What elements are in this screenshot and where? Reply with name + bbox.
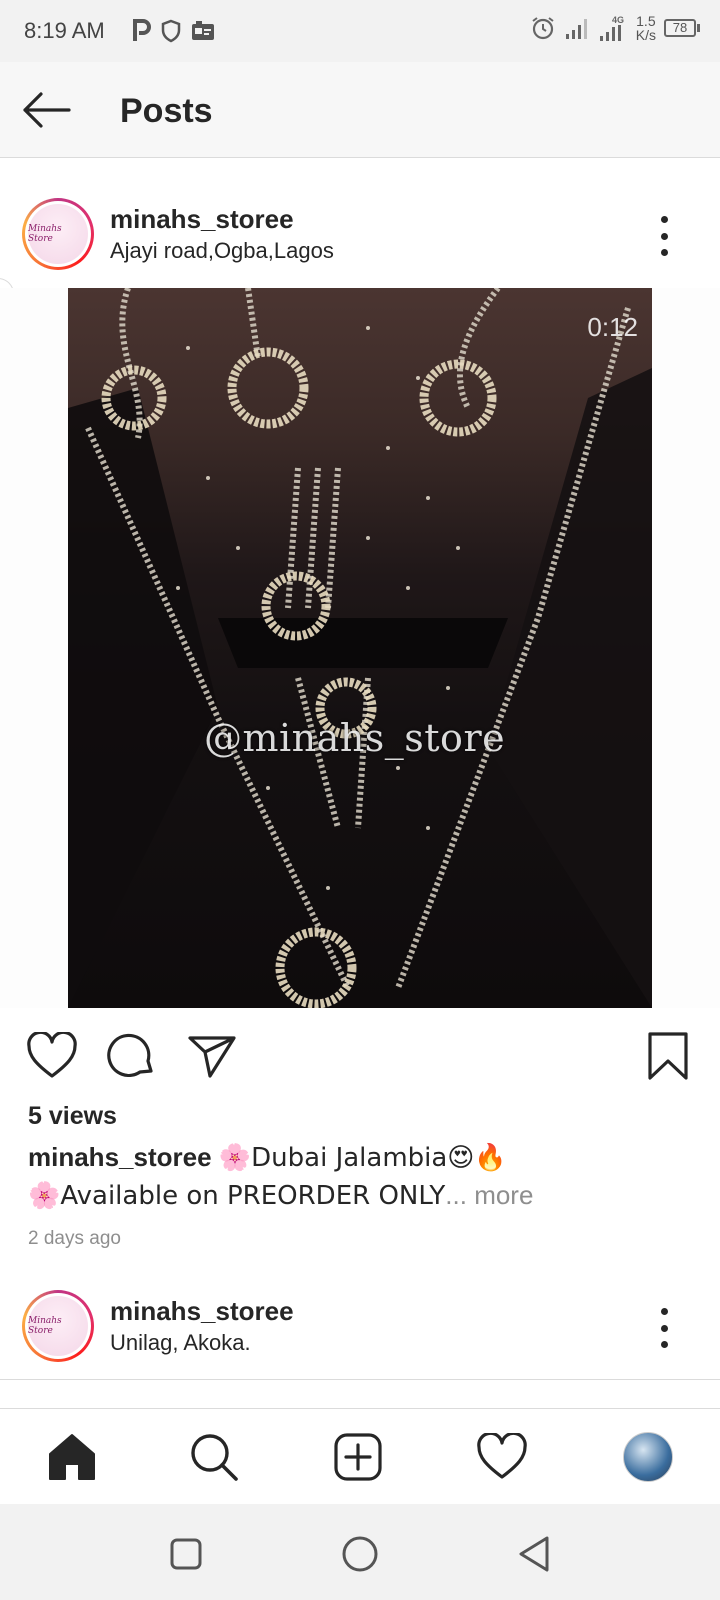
- bookmark-icon: [648, 1032, 688, 1080]
- dress-embellishment-graphic: [68, 288, 652, 1008]
- arrow-left-icon: [23, 92, 71, 128]
- svg-text:4G: 4G: [612, 15, 624, 25]
- activity-heart-icon: [477, 1433, 527, 1479]
- search-icon: [191, 1434, 238, 1481]
- card-icon: [190, 18, 216, 44]
- network-speed-unit: K/s: [635, 27, 656, 43]
- comment-icon: [107, 1033, 153, 1078]
- like-button[interactable]: [24, 1028, 80, 1084]
- system-nav-bar: [0, 1504, 720, 1600]
- system-home-button[interactable]: [334, 1528, 386, 1580]
- caption-line-2: 🌸Available on PREORDER ONLY... more: [28, 1180, 533, 1211]
- status-time: 8:19 AM: [24, 18, 105, 43]
- dot-icon: [660, 1341, 668, 1348]
- nav-search[interactable]: [184, 1427, 244, 1487]
- alarm-icon: [530, 15, 556, 41]
- battery-level: 78: [664, 19, 696, 37]
- post-header: Minahs Store minahs_storee Ajayi road,Og…: [0, 172, 720, 296]
- post-video[interactable]: @minahs_store 0:12: [68, 288, 652, 1008]
- page-title: Posts: [120, 92, 213, 130]
- nav-add-post[interactable]: [328, 1427, 388, 1487]
- recents-button[interactable]: [160, 1528, 212, 1580]
- save-button[interactable]: [640, 1028, 696, 1084]
- back-triangle-icon: [519, 1536, 549, 1572]
- avatar-logo-text: Minahs Store: [28, 1316, 62, 1336]
- caption-text: 🌸Dubai Jalambia😍🔥: [218, 1143, 507, 1173]
- post-media[interactable]: @minahs_store 0:12: [0, 288, 720, 1008]
- avatar-logo-text: Minahs Store: [28, 224, 62, 244]
- post-username[interactable]: minahs_storee: [110, 1296, 294, 1327]
- recents-square-icon: [170, 1538, 202, 1570]
- dot-icon: [660, 1308, 668, 1315]
- view-count[interactable]: 5 views: [28, 1102, 117, 1131]
- caption-line-1: minahs_storee 🌸Dubai Jalambia😍🔥: [28, 1142, 507, 1173]
- network-speed-value: 1.5: [636, 13, 656, 29]
- back-button[interactable]: [18, 84, 74, 136]
- send-icon: [188, 1036, 236, 1078]
- heart-icon: [27, 1032, 77, 1078]
- battery-icon: 78: [664, 19, 700, 37]
- post-username[interactable]: minahs_storee: [110, 204, 294, 235]
- shield-icon: [160, 18, 182, 44]
- app-header: Posts: [0, 62, 720, 158]
- caption-text-2: 🌸Available on PREORDER ONLY: [28, 1181, 446, 1211]
- post-actions: [0, 1022, 720, 1086]
- system-back-button[interactable]: [508, 1528, 560, 1580]
- profile-avatar: [623, 1432, 673, 1482]
- nav-profile[interactable]: [618, 1427, 678, 1487]
- video-duration: 0:12: [587, 312, 638, 342]
- dot-icon: [660, 232, 668, 240]
- signal-icon: [564, 15, 590, 41]
- dot-icon: [660, 249, 668, 256]
- nav-home[interactable]: [42, 1427, 102, 1487]
- caption-username[interactable]: minahs_storee: [28, 1142, 212, 1172]
- home-circle-icon: [342, 1536, 378, 1572]
- post-timestamp: 2 days ago: [28, 1228, 121, 1249]
- share-button[interactable]: [184, 1028, 240, 1084]
- status-left-icons: [132, 18, 216, 44]
- video-watermark: @minahs_store: [204, 716, 506, 760]
- status-bar: 8:19 AM 4G 1.5 K/s 78: [0, 0, 720, 62]
- post-location[interactable]: Ajayi road,Ogba,Lagos: [110, 238, 334, 264]
- dot-icon: [660, 1324, 668, 1332]
- more-options-button[interactable]: [652, 216, 676, 256]
- avatar[interactable]: Minahs Store: [22, 198, 94, 270]
- comment-button[interactable]: [104, 1028, 160, 1084]
- post-location[interactable]: Unilag, Akoka.: [110, 1330, 251, 1356]
- more-link[interactable]: ... more: [445, 1180, 533, 1210]
- signal-icon-2: 4G: [598, 15, 628, 41]
- dot-icon: [660, 216, 668, 223]
- network-speed: 1.5 K/s: [636, 14, 656, 42]
- nav-activity[interactable]: [472, 1427, 532, 1487]
- home-icon: [49, 1434, 95, 1480]
- p-icon: [132, 18, 152, 44]
- status-right: 4G 1.5 K/s 78: [530, 14, 700, 42]
- add-post-icon: [334, 1433, 382, 1481]
- avatar[interactable]: Minahs Store: [22, 1290, 94, 1362]
- more-options-button[interactable]: [652, 1308, 676, 1348]
- next-post-header: Minahs Store minahs_storee Unilag, Akoka…: [0, 1264, 720, 1380]
- bottom-nav: [0, 1408, 720, 1504]
